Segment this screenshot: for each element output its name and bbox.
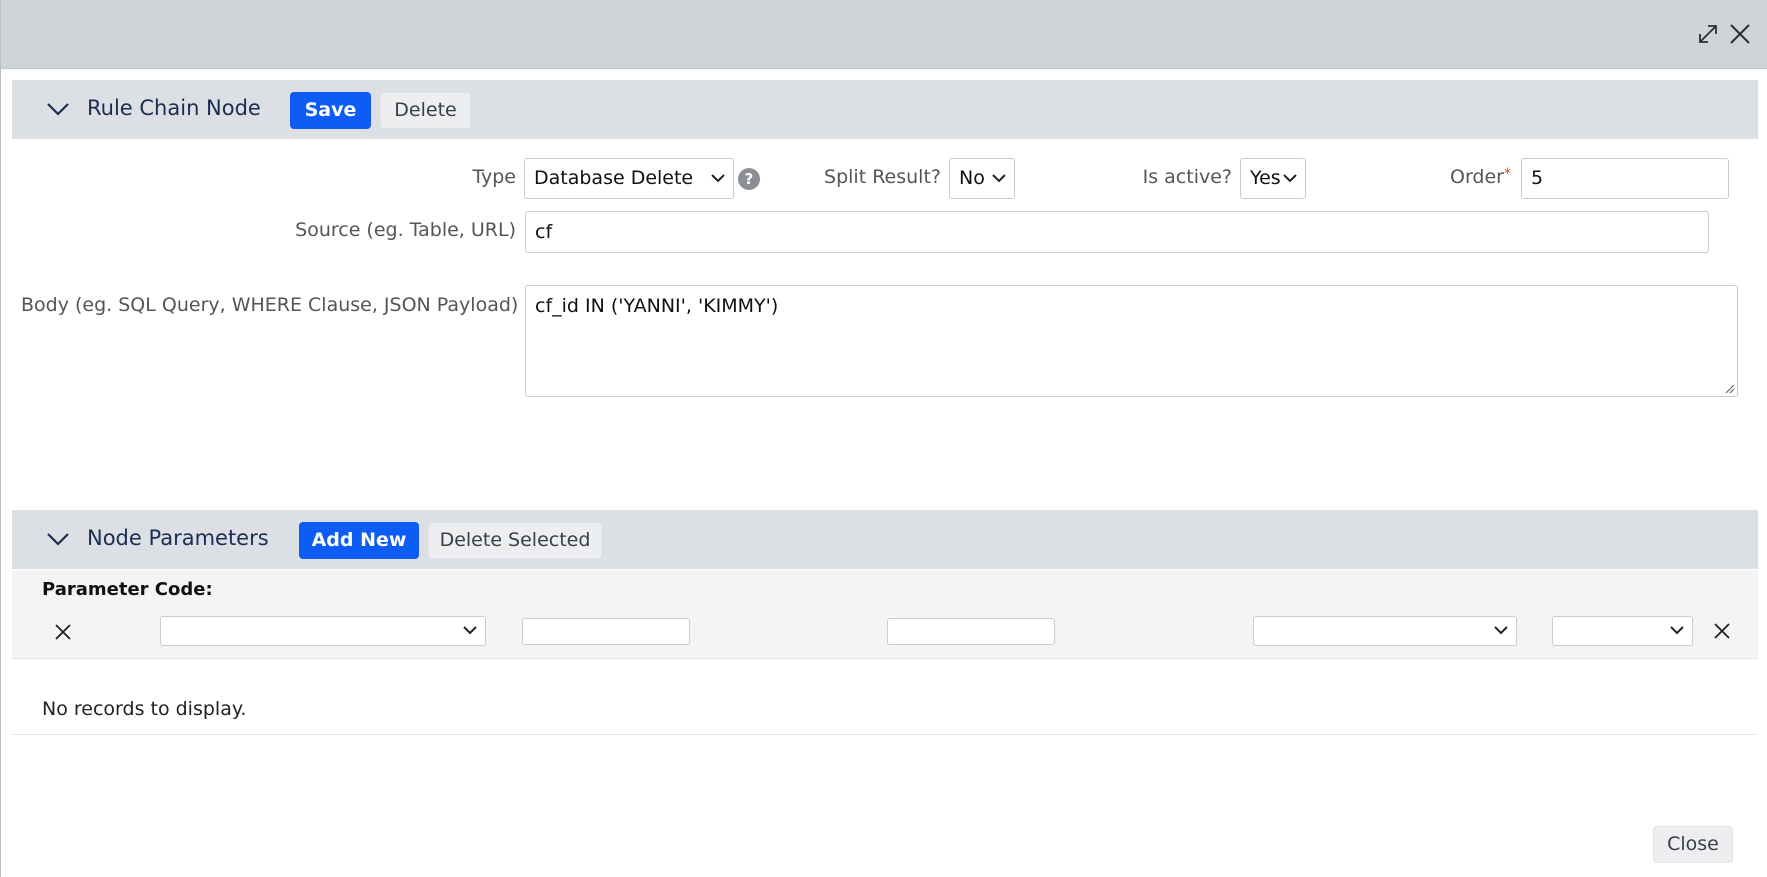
split-result-value: No (959, 167, 985, 189)
delete-button[interactable]: Delete (380, 92, 471, 129)
body-label: Body (eg. SQL Query, WHERE Clause, JSON … (21, 294, 519, 316)
parameter-filter-input-2[interactable] (887, 618, 1055, 645)
is-active-label: Is active? (1142, 166, 1232, 188)
type-select[interactable]: Database Delete (524, 158, 734, 199)
rule-chain-node-header: Rule Chain Node Save Delete (12, 80, 1758, 139)
chevron-down-icon (1283, 173, 1297, 182)
close-button[interactable]: Close (1653, 826, 1733, 863)
type-select-value: Database Delete (534, 167, 694, 189)
order-input[interactable]: 5 (1521, 158, 1729, 199)
clear-filter-icon[interactable] (53, 622, 73, 642)
chevron-down-icon[interactable] (46, 100, 70, 118)
empty-message: No records to display. (42, 698, 247, 720)
type-label: Type (472, 166, 516, 188)
help-icon[interactable]: ? (738, 168, 760, 190)
order-label-text: Order (1450, 166, 1504, 188)
rule-chain-node-title: Rule Chain Node (87, 96, 261, 120)
parameters-filter-row: Parameter Code: (12, 570, 1758, 659)
expand-icon[interactable] (1696, 22, 1720, 46)
node-parameters-header: Node Parameters Add New Delete Selected (12, 510, 1758, 569)
add-new-button[interactable]: Add New (299, 522, 419, 559)
chevron-down-icon (1494, 626, 1508, 635)
chevron-down-icon (1670, 626, 1684, 635)
order-label: Order* (1421, 166, 1511, 188)
close-icon[interactable] (1728, 22, 1752, 46)
delete-selected-button[interactable]: Delete Selected (428, 522, 602, 559)
is-active-select[interactable]: Yes (1240, 158, 1306, 199)
parameters-empty-row: No records to display. (12, 659, 1758, 735)
chevron-down-icon[interactable] (46, 530, 70, 548)
split-result-select[interactable]: No (949, 158, 1015, 199)
parameter-filter-select-3[interactable] (1552, 616, 1693, 646)
rule-chain-node-dialog: Rule Chain Node Save Delete Type Databas… (0, 0, 1767, 877)
chevron-down-icon (992, 173, 1006, 182)
clear-all-filters-icon[interactable] (1712, 621, 1732, 641)
is-active-value: Yes (1250, 167, 1281, 189)
chevron-down-icon (463, 626, 477, 635)
parameter-filter-select-2[interactable] (1253, 616, 1517, 646)
chevron-down-icon (711, 173, 725, 182)
required-marker: * (1504, 166, 1511, 182)
save-button[interactable]: Save (290, 92, 371, 129)
split-result-label: Split Result? (824, 166, 941, 188)
dialog-titlebar (1, 0, 1767, 69)
source-label: Source (eg. Table, URL) (295, 219, 516, 241)
body-text: cf_id IN ('YANNI', 'KIMMY') (535, 295, 779, 317)
body-textarea[interactable]: cf_id IN ('YANNI', 'KIMMY') (525, 285, 1738, 397)
parameter-filter-input-1[interactable] (522, 618, 690, 645)
source-input[interactable]: cf (525, 211, 1709, 253)
node-parameters-title: Node Parameters (87, 526, 269, 550)
resize-handle-icon[interactable] (1723, 382, 1735, 394)
parameter-filter-select-1[interactable] (160, 616, 486, 646)
parameter-code-label: Parameter Code: (42, 579, 213, 600)
